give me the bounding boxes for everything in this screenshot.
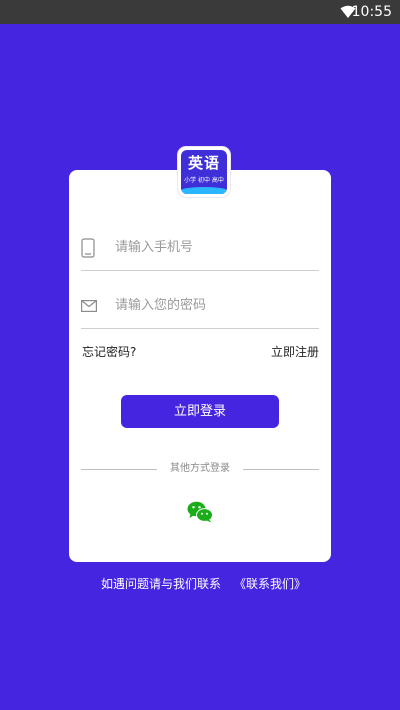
app-logo-badge: 英语 小学 初中 高中	[181, 150, 227, 194]
other-login-label: 其他方式登录	[170, 463, 230, 474]
status-time: 10:55	[351, 4, 392, 20]
contact-us-link[interactable]: 《联系我们》	[234, 576, 306, 592]
phone-input[interactable]	[115, 234, 315, 260]
forgot-password-link[interactable]: 忘记密码?	[82, 344, 136, 360]
password-input[interactable]	[115, 292, 315, 318]
app-logo-subtitle: 小学 初中 高中	[184, 177, 224, 184]
footer-note: 如遇问题请与我们联系	[101, 577, 222, 591]
divider-left	[81, 469, 157, 470]
app-logo: 英语 小学 初中 高中	[178, 147, 230, 197]
wechat-icon[interactable]	[187, 501, 213, 523]
app-logo-title: 英语	[187, 154, 220, 172]
divider-right	[243, 469, 319, 470]
phone-field	[81, 230, 319, 271]
register-link[interactable]: 立即注册	[271, 344, 319, 360]
app-logo-wave	[181, 187, 227, 194]
password-field	[81, 288, 319, 329]
login-button[interactable]: 立即登录	[121, 395, 279, 428]
status-bar: 10:55	[0, 0, 400, 24]
phone-icon	[81, 238, 95, 258]
envelope-icon	[81, 300, 97, 312]
